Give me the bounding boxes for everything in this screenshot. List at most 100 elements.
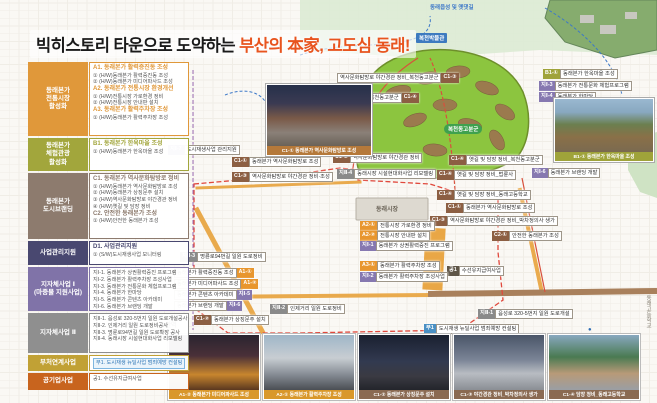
legend-item: 부1. 도시재생 뉴딜사업 범죄예방 컨설팅 bbox=[93, 358, 185, 369]
chip-label: 명륜로94번길 일원 도로정비 bbox=[197, 252, 265, 262]
map-chip: 지Ⅱ-2인제거리 일원 도로정비 bbox=[270, 304, 345, 314]
chip-label: 동래본가 상징문주 설치 bbox=[211, 315, 269, 325]
photo-caption: B1-① 동래본가 한옥마을 조성 bbox=[555, 152, 653, 161]
legend-group-title: C1. 동래본가 역사문화탐방로 정비 bbox=[93, 176, 185, 184]
map-chip: 지Ⅰ-2동래본가 활력주차장 조성사업 bbox=[360, 272, 448, 282]
chip-tag: 지Ⅰ-1 bbox=[360, 241, 376, 251]
legend-item: 지Ⅰ-7. 도시재생사업 관리지원 bbox=[93, 311, 185, 312]
building bbox=[625, 12, 637, 19]
photo-rendering bbox=[359, 335, 449, 390]
chip-tag: A1-② bbox=[241, 279, 258, 289]
legend-section-body: D1. 사업관리지원① (S/W)도시재생사업 모니터링 bbox=[89, 241, 189, 265]
legend-item: 지Ⅰ-2. 동래본가 활력주차장 조성사업 bbox=[93, 277, 185, 284]
legend-section-header: 부처연계사업 bbox=[28, 355, 88, 371]
legend-item: ① (H/W)안전한 동래본가 조성 bbox=[93, 218, 185, 225]
legend-item: ② (H/W)동래본가 상징문주 설치 bbox=[93, 190, 185, 197]
legend-group-title: A2. 동래본가 전통시장 환경개선 bbox=[93, 86, 185, 94]
legend-item: 지Ⅱ-1. 읍성로 320-5번지 일원 도로개설공사 bbox=[93, 316, 185, 323]
photo-caption: C1-② 동래본가 상징문주 설치 bbox=[359, 390, 449, 399]
legend-item: 지Ⅱ-4. 동래시장 시설현대화사업 리모델링 bbox=[93, 336, 185, 343]
legend-section: 사업관리지원D1. 사업관리지원① (S/W)도시재생사업 모니터링 bbox=[28, 241, 189, 265]
legend-group-title: D1. 사업관리지원 bbox=[93, 244, 185, 252]
plan-map: 빅히스토리 타운으로 도약하는 부산의 本家, 고도심 동래! 동래본가 전통시… bbox=[0, 0, 657, 403]
map-chip: 지Ⅰ-6동래본가 브랜딩 개발 bbox=[532, 168, 600, 178]
map-chip: C1-④옛길 및 담장 정비_복천동고분군 bbox=[449, 155, 543, 165]
photo-rendering bbox=[267, 85, 371, 146]
chip-label: 옛길 및 담장 정비_법륜사 bbox=[454, 170, 516, 180]
chip-tag: C1-① bbox=[232, 157, 249, 167]
legend-item: ① (H/W)동래본가 한옥마을 조성 bbox=[93, 149, 185, 156]
map-chip: 지Ⅰ-3동래본가 전통문화 체험프로그램 bbox=[539, 81, 632, 91]
photo-caption: C1-① 동래본가 역사문화탐방로 조성 bbox=[267, 146, 371, 155]
photo-rendering bbox=[549, 335, 639, 390]
photo-caption: C1-③ 야간경관 정비_박차정의사 생가 bbox=[454, 390, 544, 399]
photo-rendering bbox=[264, 335, 354, 390]
map-chip: C1-③역사문화탐방로 야간경관 정비_박차정의사 생가 bbox=[430, 216, 558, 226]
chip-label: 동래본가 역사문화탐방로 조성 bbox=[463, 203, 535, 213]
legend-item: ① (S/W)도시재생사업 모니터링 bbox=[93, 252, 185, 259]
legend-section-body: A1. 동래본가 활력증진동 조성① (H/W)동래본가 활력증진동 조성② (… bbox=[89, 62, 189, 136]
legend-section: 지자체사업 Ⅱ지Ⅱ-1. 읍성로 320-5번지 일원 도로개설공사지Ⅱ-2. … bbox=[28, 313, 189, 353]
chip-label: 도시재생사업 관리지원 bbox=[184, 145, 240, 155]
map-chip: 지Ⅰ-1동래본가 상권활력증진 프로그램 bbox=[360, 241, 453, 251]
main-road bbox=[428, 291, 657, 294]
map-place-label: 동래고등학교 bbox=[644, 295, 652, 328]
legend-section: 지자체사업 Ⅰ (마중물 지원사업)지Ⅰ-1. 동래본가 상권활력증진 프로그램… bbox=[28, 267, 189, 311]
chip-tag: 부1 bbox=[424, 324, 436, 334]
map-chip: B1-①동래본가 한옥마을 조성 bbox=[543, 69, 618, 79]
legend-section-header: 동래본가 체험관광 활성화 bbox=[28, 138, 88, 171]
rendering-photo: C1-④ 담장 정비_동래고등학교 bbox=[548, 334, 640, 400]
legend-item: 지Ⅰ-6. 동래본가 브랜딩 개발 bbox=[93, 304, 185, 311]
legend-item: 지Ⅰ-4. 동래본가 한마당 bbox=[93, 290, 185, 297]
legend-section-header: 동래본가 도시브랜딩 bbox=[28, 173, 88, 239]
legend-item: 공1. 수선유지급여사업 bbox=[93, 376, 185, 383]
legend-table: 동래본가 전통시장 활성화A1. 동래본가 활력증진동 조성① (H/W)동래본… bbox=[28, 62, 189, 390]
building bbox=[580, 15, 594, 23]
chip-label: 동래시장 시설현대화사업 리모델링 bbox=[354, 169, 436, 179]
legend-item: ② (H/W)동래본가 미디어파사드 조성 bbox=[93, 79, 185, 86]
legend-section-body: B1. 동래본가 한옥마을 조성① (H/W)동래본가 한옥마을 조성 bbox=[89, 138, 189, 171]
map-chip: C1-④옛길 및 담장 정비_동래고등학교 bbox=[437, 190, 531, 200]
legend-item: 지Ⅱ-2. 인제거리 일원 도로정비공사 bbox=[93, 323, 185, 330]
legend-section: 동래본가 체험관광 활성화B1. 동래본가 한옥마을 조성① (H/W)동래본가… bbox=[28, 138, 189, 171]
map-chip: C1-②동래본가 상징문주 설치 bbox=[194, 315, 269, 325]
chip-label: 읍성로 320-5번지 일원 도로개설 bbox=[495, 309, 573, 319]
map-chip: 지Ⅱ-3명륜로94번길 일원 도로정비 bbox=[180, 252, 266, 262]
rendering-photo: C1-③ 야간경관 정비_박차정의사 생가 bbox=[453, 334, 545, 400]
legend-section-body: 지Ⅰ-1. 동래본가 상권활력증진 프로그램지Ⅰ-2. 동래본가 활력주차장 조… bbox=[89, 267, 189, 311]
legend-section-body: 공1. 수선유지급여사업 bbox=[89, 373, 189, 390]
page-title: 빅히스토리 타운으로 도약하는 부산의 本家, 고도심 동래! bbox=[30, 30, 416, 58]
chip-label: 동래본가 역사문화탐방로 조성 bbox=[249, 157, 321, 167]
chip-tag: A1-① bbox=[237, 268, 254, 278]
legend-section-body: 지Ⅱ-1. 읍성로 320-5번지 일원 도로개설공사지Ⅱ-2. 인제거리 일원… bbox=[89, 313, 189, 353]
map-place-label: 동래읍성 및 옛댓길 bbox=[430, 3, 474, 11]
legend-section: 부처연계사업 부1. 도시재생 뉴딜사업 범죄예방 컨설팅 bbox=[28, 355, 189, 371]
legend-section: 공기업사업 공1. 수선유지급여사업 bbox=[28, 373, 189, 390]
chip-label: 동래본가 상권활력증진 프로그램 bbox=[376, 241, 453, 251]
chip-tag: 지Ⅰ-6 bbox=[532, 168, 548, 178]
map-place-label: 복천동고분군 bbox=[444, 124, 482, 134]
title-highlight: 부산의 本家, 고도심 동래! bbox=[239, 37, 410, 55]
legend-section-header: 공기업사업 bbox=[28, 373, 88, 390]
chip-tag: C1-② bbox=[194, 315, 211, 325]
chip-label: 옛길 및 담장 정비_복천동고분군 bbox=[466, 155, 543, 165]
map-chip: C1-④옛길 및 담장 정비_법륜사 bbox=[437, 170, 516, 180]
chip-tag: A2-② bbox=[360, 231, 377, 241]
legend-group-title: C2. 안전한 동래본가 조성 bbox=[93, 211, 185, 219]
chip-label: 역사문화탐방로 야간경관 정비_박차정의사 생가 bbox=[447, 216, 558, 226]
map-photo-inset: B1-① 동래본가 한옥마을 조성 bbox=[554, 98, 654, 162]
map-chip: C2-①안전한 동래본가 조성 bbox=[492, 231, 562, 241]
chip-tag: C1-③ bbox=[441, 73, 458, 83]
chip-tag: C1-④ bbox=[437, 190, 454, 200]
chip-tag: A3-① bbox=[360, 261, 377, 271]
rendering-photo: A2-① 동래본가 활력주차장 조성 bbox=[263, 334, 355, 400]
legend-item: ③ (H/W)역사문화탐방로 야간경관 정비 bbox=[93, 197, 185, 204]
legend-section: 동래본가 도시브랜딩C1. 동래본가 역사문화탐방로 정비① (H/W)동래본가… bbox=[28, 173, 189, 239]
chip-label: 전통시장 가로환경 정비 bbox=[377, 221, 435, 231]
chip-tag: 지Ⅱ-2 bbox=[270, 304, 287, 314]
map-chip: 부1도시재생 뉴딜사업 범죄예방 컨설팅 bbox=[424, 324, 519, 334]
chip-tag: 지Ⅰ-3 bbox=[539, 81, 555, 91]
building bbox=[600, 25, 616, 34]
map-chip: C1-①동래본가 역사문화탐방로 조성 bbox=[446, 203, 535, 213]
map-chip: C1-①동래본가 역사문화탐방로 조성 bbox=[232, 157, 321, 167]
